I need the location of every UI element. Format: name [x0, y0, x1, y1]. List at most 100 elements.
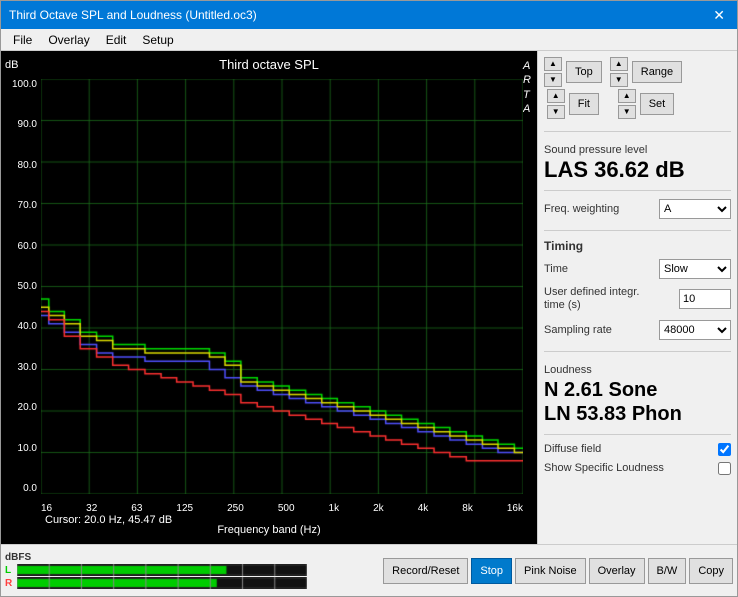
freq-weighting-label: Freq. weighting — [544, 203, 619, 215]
set-nav-group: ▲ ▼ — [618, 89, 636, 119]
show-specific-loudness-checkbox[interactable] — [718, 462, 731, 475]
fit-up-btn[interactable]: ▲ — [547, 89, 565, 103]
fit-down-btn[interactable]: ▼ — [547, 105, 565, 119]
x-tick-500: 500 — [278, 503, 295, 514]
user-integr-row: User defined integr. time (s) — [544, 286, 731, 312]
x-tick-16k: 16k — [507, 503, 523, 514]
y-ticks: 100.0 90.0 80.0 70.0 60.0 50.0 40.0 30.0… — [3, 79, 41, 494]
bottom-bar: dBFS L R Record/Reset Stop Pink Noise Ov… — [1, 544, 737, 596]
x-tick-4k: 4k — [418, 503, 429, 514]
freq-weighting-select[interactable]: A B C Z — [659, 199, 731, 219]
top-down-btn[interactable]: ▼ — [544, 73, 562, 87]
stop-button[interactable]: Stop — [471, 558, 512, 584]
main-content: Third octave SPL ARTA dB 100.0 90.0 80.0… — [1, 51, 737, 544]
time-select[interactable]: Slow Fast Impulse — [659, 259, 731, 279]
menu-overlay[interactable]: Overlay — [40, 31, 97, 48]
y-tick-40: 40.0 — [3, 321, 41, 332]
set-up-btn[interactable]: ▲ — [618, 89, 636, 103]
y-tick-0: 0.0 — [3, 483, 41, 494]
show-specific-loudness-row: Show Specific Loudness — [544, 462, 731, 475]
fit-ctrl-row: ▲ ▼ Fit — [547, 89, 599, 119]
copy-button[interactable]: Copy — [689, 558, 733, 584]
set-ctrl-row: ▲ ▼ Set — [618, 89, 675, 119]
user-integr-label: User defined integr. time (s) — [544, 286, 644, 312]
arta-label: ARTA — [523, 59, 531, 116]
sampling-rate-row: Sampling rate 44100 48000 96000 — [544, 320, 731, 340]
x-tick-250: 250 — [227, 503, 244, 514]
record-reset-button[interactable]: Record/Reset — [383, 558, 468, 584]
loudness-label: Loudness — [544, 364, 731, 376]
loudness-ln-value: LN 53.83 Phon — [544, 402, 731, 426]
chart-title: Third octave SPL — [219, 57, 319, 72]
pink-noise-button[interactable]: Pink Noise — [515, 558, 586, 584]
timing-label: Timing — [544, 239, 731, 253]
top-button[interactable]: Top — [566, 61, 602, 83]
spl-label: Sound pressure level — [544, 144, 731, 156]
sampling-rate-select[interactable]: 44100 48000 96000 — [659, 320, 731, 340]
x-ticks: 16 32 63 125 250 500 1k 2k 4k 8k 16k — [41, 503, 523, 514]
range-up-btn[interactable]: ▲ — [610, 57, 628, 71]
meter-l-canvas — [17, 564, 307, 576]
y-tick-10: 10.0 — [3, 443, 41, 454]
cursor-info: Cursor: 20.0 Hz, 45.47 dB — [45, 514, 172, 526]
meter-l-row: L — [5, 564, 307, 576]
top-up-btn[interactable]: ▲ — [544, 57, 562, 71]
top-controls: ▲ ▼ Top ▲ ▼ Fit — [544, 57, 731, 119]
diffuse-field-label: Diffuse field — [544, 443, 601, 455]
divider-4 — [544, 351, 731, 352]
fit-button[interactable]: Fit — [569, 93, 599, 115]
top-nav-group: ▲ ▼ — [544, 57, 562, 87]
main-window: Third Octave SPL and Loudness (Untitled.… — [0, 0, 738, 597]
range-nav-group: ▲ ▼ — [610, 57, 628, 87]
x-tick-125: 125 — [176, 503, 193, 514]
menu-file[interactable]: File — [5, 31, 40, 48]
right-panel: ▲ ▼ Top ▲ ▼ Fit — [537, 51, 737, 544]
close-button[interactable]: ✕ — [709, 7, 729, 24]
title-bar: Third Octave SPL and Loudness (Untitled.… — [1, 1, 737, 29]
dbfs-label: dBFS — [5, 552, 307, 563]
chart-canvas — [41, 79, 523, 494]
dbfs-section: dBFS L R — [5, 552, 307, 589]
y-tick-80: 80.0 — [3, 160, 41, 171]
action-buttons: Record/Reset Stop Pink Noise Overlay B/W… — [383, 558, 733, 584]
x-tick-32: 32 — [86, 503, 97, 514]
bw-button[interactable]: B/W — [648, 558, 687, 584]
time-row: Time Slow Fast Impulse — [544, 259, 731, 279]
y-axis-label: dB — [5, 59, 18, 71]
divider-3 — [544, 230, 731, 231]
divider-2 — [544, 190, 731, 191]
divider-5 — [544, 434, 731, 435]
spl-section: Sound pressure level LAS 36.62 dB — [544, 144, 731, 182]
range-ctrl-row: ▲ ▼ Range — [610, 57, 682, 87]
meter-l-label: L — [5, 565, 15, 576]
meter-r-row: R — [5, 577, 307, 589]
time-label: Time — [544, 263, 568, 275]
spl-value: LAS 36.62 dB — [544, 158, 731, 182]
y-tick-100: 100.0 — [3, 79, 41, 90]
loudness-n-value: N 2.61 Sone — [544, 378, 731, 402]
freq-weighting-row: Freq. weighting A B C Z — [544, 199, 731, 219]
overlay-button[interactable]: Overlay — [589, 558, 645, 584]
sampling-rate-label: Sampling rate — [544, 324, 612, 336]
user-integr-input[interactable] — [679, 289, 731, 309]
set-button[interactable]: Set — [640, 93, 675, 115]
meter-r-label: R — [5, 578, 15, 589]
loudness-section: Loudness N 2.61 Sone LN 53.83 Phon — [544, 364, 731, 426]
chart-area: Third octave SPL ARTA dB 100.0 90.0 80.0… — [1, 51, 537, 544]
x-tick-16: 16 — [41, 503, 52, 514]
menu-edit[interactable]: Edit — [98, 31, 135, 48]
range-ctrl-group: ▲ ▼ Range ▲ ▼ Set — [610, 57, 682, 119]
range-button[interactable]: Range — [632, 61, 682, 83]
diffuse-field-checkbox[interactable] — [718, 443, 731, 456]
x-tick-2k: 2k — [373, 503, 384, 514]
diffuse-field-row: Diffuse field — [544, 443, 731, 456]
menu-bar: File Overlay Edit Setup — [1, 29, 737, 51]
y-tick-30: 30.0 — [3, 362, 41, 373]
menu-setup[interactable]: Setup — [134, 31, 181, 48]
set-down-btn[interactable]: ▼ — [618, 105, 636, 119]
top-ctrl-group: ▲ ▼ Top ▲ ▼ Fit — [544, 57, 602, 119]
x-tick-63: 63 — [131, 503, 142, 514]
range-down-btn[interactable]: ▼ — [610, 73, 628, 87]
y-tick-90: 90.0 — [3, 119, 41, 130]
chart-canvas-container — [41, 79, 523, 494]
